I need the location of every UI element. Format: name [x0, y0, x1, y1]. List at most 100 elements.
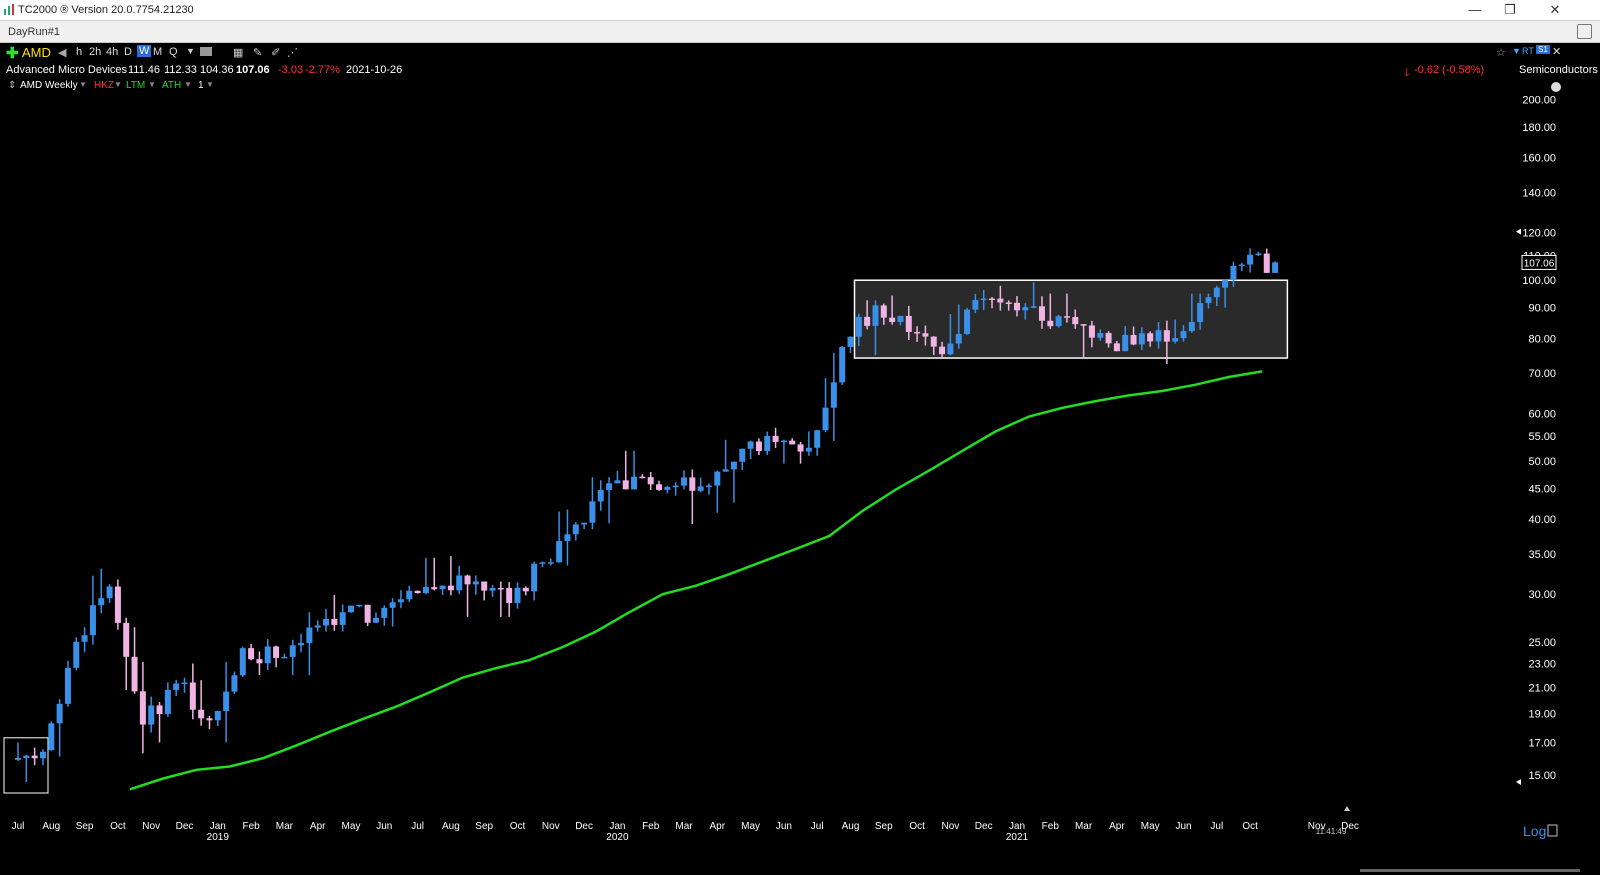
- candle-body: [1155, 330, 1162, 342]
- candle-body: [1113, 343, 1120, 352]
- x-tick-label: Jun: [776, 821, 792, 832]
- candle-body: [131, 656, 138, 692]
- candle-body: [356, 604, 363, 607]
- candle-body: [597, 490, 604, 502]
- x-tick-label: May: [741, 821, 760, 832]
- restore-pane-icon[interactable]: [1577, 24, 1592, 39]
- candle-body: [331, 618, 338, 625]
- candle-body: [1163, 330, 1170, 342]
- candle-body: [1022, 307, 1029, 311]
- candle-body: [681, 477, 687, 486]
- candle-body: [1130, 335, 1137, 345]
- x-tick-label: Dec: [575, 821, 593, 832]
- candle-body: [672, 485, 679, 488]
- candle-body: [239, 648, 246, 676]
- x-tick-label: Jul: [411, 821, 424, 832]
- candle-body: [48, 723, 55, 751]
- candle-body: [1122, 335, 1129, 352]
- x-tick-label: Dec: [975, 821, 993, 832]
- x-tick-label: May: [342, 821, 361, 832]
- moving-average-line: [129, 370, 1263, 791]
- close-button[interactable]: ✕: [1540, 2, 1570, 18]
- candle-body: [814, 430, 821, 448]
- consolidation-box[interactable]: [853, 279, 1289, 359]
- candle-body: [581, 522, 588, 525]
- candle-body: [705, 485, 712, 488]
- candle-body: [531, 563, 538, 592]
- x-tick-label: Apr: [1109, 821, 1125, 832]
- candle-body: [206, 718, 213, 721]
- candle-body: [1072, 317, 1079, 325]
- candle-body: [348, 605, 354, 613]
- color-wheel-icon[interactable]: [1551, 82, 1561, 92]
- candle-body: [1138, 333, 1145, 345]
- candle-body: [764, 435, 771, 451]
- candle-body: [1230, 265, 1237, 281]
- candle-body: [472, 581, 479, 585]
- y-tick-label: 30.00: [1528, 589, 1556, 601]
- candle-body: [23, 755, 30, 758]
- candle-body: [264, 646, 271, 664]
- x-tick-label: Feb: [242, 821, 260, 832]
- candle-body: [223, 691, 230, 711]
- y-tick-label: 140.00: [1522, 187, 1556, 199]
- candle-body: [914, 331, 921, 334]
- candle-body: [880, 305, 887, 318]
- candle-body: [439, 585, 446, 590]
- candle-body: [822, 407, 829, 431]
- x-tick-label: Jan: [1009, 821, 1025, 832]
- candle-body: [198, 709, 205, 719]
- candle-body: [947, 343, 954, 355]
- candle-body: [930, 336, 937, 347]
- candle-body: [847, 336, 854, 348]
- candle-body: [164, 689, 171, 714]
- chart-window: ✚ AMD ◀ h 2h 4h D W M Q ▼ ▦ ✎ ✐ ⋰ ☆ ▼ RT S1 ✕ …: [0, 43, 1600, 875]
- scale-settings-icon[interactable]: [1547, 824, 1558, 837]
- candle-body: [989, 298, 996, 301]
- clock-time: 11:41:49: [1316, 827, 1347, 836]
- candle-body: [730, 461, 737, 470]
- candle-body: [1063, 316, 1070, 318]
- price-axis[interactable]: 15.00 17.00 19.00 21.00 23.00 25.00 30.00 35.00…: [1522, 94, 1556, 782]
- x-tick-label: Sep: [475, 821, 493, 832]
- candle-body: [864, 316, 871, 326]
- chart-scrollbar[interactable]: [1360, 869, 1580, 872]
- candle-body: [755, 441, 762, 451]
- x-tick-label: Apr: [710, 821, 726, 832]
- candle-body: [31, 755, 38, 759]
- y-tick-label: 70.00: [1528, 368, 1556, 380]
- candle-body: [614, 480, 621, 484]
- candle-body: [589, 501, 596, 523]
- candle-body: [98, 598, 105, 606]
- candle-body: [1030, 306, 1037, 308]
- candle-body: [797, 444, 804, 452]
- x-tick-label: Jun: [376, 821, 392, 832]
- x-tick-label: Jun: [1175, 821, 1191, 832]
- document-tab[interactable]: DayRun#1: [8, 26, 60, 38]
- candle-body: [114, 586, 121, 623]
- candle-body: [1147, 333, 1154, 342]
- price-chart[interactable]: 15.00 17.00 19.00 21.00 23.00 25.00 30.00 35.00…: [0, 43, 1600, 875]
- candle-body: [789, 440, 796, 445]
- y-tick-label: 19.00: [1528, 708, 1556, 720]
- log-scale-button[interactable]: Log: [1523, 823, 1546, 839]
- y-tick-label: 17.00: [1528, 737, 1556, 749]
- candle-body: [464, 575, 471, 585]
- candle-body: [1038, 306, 1045, 321]
- x-tick-label: Apr: [310, 821, 326, 832]
- candle-body: [281, 656, 288, 659]
- candle-body: [964, 309, 971, 335]
- x-tick-label: Feb: [1042, 821, 1060, 832]
- candle-body: [689, 477, 696, 491]
- x-tick-label: Aug: [442, 821, 460, 832]
- minimize-button[interactable]: —: [1460, 2, 1490, 17]
- candle-body: [447, 585, 454, 591]
- time-axis[interactable]: Jul Aug Sep Oct Nov Dec Jan Feb Mar Apr May Jun Jul A…: [12, 821, 1359, 843]
- restore-button[interactable]: ❐: [1495, 2, 1525, 18]
- candle-body: [1180, 331, 1187, 339]
- document-tab-bar: DayRun#1: [0, 21, 1600, 43]
- y-tick-label: 180.00: [1522, 122, 1556, 134]
- x-tick-label: Jan: [609, 821, 625, 832]
- candle-body: [872, 305, 879, 326]
- last-price-label: 107.06: [1524, 258, 1555, 269]
